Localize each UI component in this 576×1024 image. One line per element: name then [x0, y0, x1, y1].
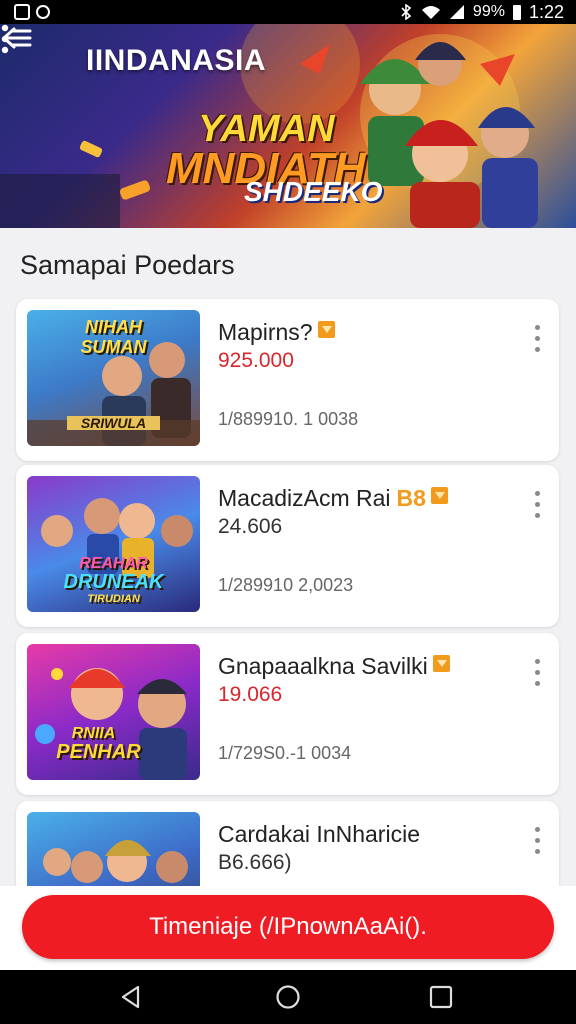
- item-menu-icon[interactable]: [533, 491, 541, 521]
- thumbnail-title-top: NIHAH: [85, 317, 142, 337]
- item-title: MacadizAcm Rai B8: [218, 485, 448, 512]
- header-banner: IINDANASIA YAMAN MNDIATH SHDEEKO: [0, 24, 576, 228]
- item-menu-icon[interactable]: [533, 827, 541, 857]
- recents-nav-icon[interactable]: [428, 984, 454, 1010]
- item-title: Cardakai InNharicie: [218, 821, 420, 847]
- thumbnail-title-mid: PENHAR: [56, 741, 141, 763]
- battery-icon: [512, 4, 521, 20]
- app-title: IINDANASIA: [86, 44, 267, 77]
- list-item[interactable]: RNIIA PENHAR Gnapaaalkna Savilki 19.066 …: [16, 633, 559, 795]
- thumbnail-title-mid: DRUNEAK: [63, 571, 164, 593]
- primary-action-button[interactable]: Timeniaje (/IPnownAaAi().: [22, 895, 554, 959]
- game-logo-line-3: SHDEEKO: [244, 176, 383, 207]
- item-thumbnail: REAHAR DRUNEAK TIRUDIAN: [27, 476, 200, 612]
- thumbnail-title-top: RNIIA: [71, 725, 116, 742]
- list-item[interactable]: NIHAH SUMAN SRIWULA Mapirns? 925.000 1/8…: [16, 299, 559, 461]
- item-meta: 1/289910 2,0023: [218, 575, 354, 595]
- bluetooth-icon: [401, 4, 412, 20]
- list-item[interactable]: REAHAR DRUNEAK TIRUDIAN MacadizAcm Rai B8…: [16, 465, 559, 627]
- verified-badge-icon: [430, 487, 448, 504]
- signal-icon: [449, 5, 464, 19]
- item-menu-icon[interactable]: [533, 325, 541, 355]
- item-meta: 1/889910. 1 0038: [218, 409, 359, 429]
- section-title: Samapai Poedars: [20, 250, 235, 280]
- app-notification-icon: [36, 5, 50, 19]
- item-thumbnail: NIHAH SUMAN SRIWULA: [27, 310, 200, 446]
- verified-badge-icon: [317, 321, 335, 338]
- wifi-icon: [421, 6, 440, 19]
- clock: 1:22: [528, 1, 564, 22]
- system-navigation-bar: [0, 970, 576, 1024]
- thumbnail-title-bottom: SRIWULA: [67, 416, 160, 430]
- item-thumbnail: RNIIA PENHAR: [27, 644, 200, 780]
- item-price: 925.000: [218, 349, 294, 372]
- item-badge: B8: [396, 485, 426, 511]
- notification-icons: [14, 4, 50, 20]
- verified-badge-icon: [432, 655, 450, 672]
- notification-icon: [14, 4, 30, 20]
- status-bar: 99% 1:22: [0, 0, 576, 24]
- item-title: Gnapaaalkna Savilki: [218, 653, 450, 680]
- back-nav-icon[interactable]: [118, 984, 144, 1010]
- battery-percent: 99%: [472, 3, 505, 20]
- thumbnail-title-bottom: TIRUDIAN: [87, 593, 140, 605]
- thumbnail-title-top: REAHAR: [79, 555, 148, 572]
- item-price: 19.066: [218, 683, 283, 706]
- item-price: 24.606: [218, 515, 283, 538]
- item-price: B6.666): [218, 851, 292, 874]
- system-icons: 99% 1:22: [399, 2, 564, 23]
- item-menu-icon[interactable]: [533, 659, 541, 689]
- item-title: Mapirns?: [218, 319, 335, 346]
- more-options-icon[interactable]: [0, 24, 10, 54]
- thumbnail-title-mid: SUMAN: [80, 337, 147, 357]
- item-meta: 1/729S0.-1 0034: [218, 743, 352, 763]
- home-nav-icon[interactable]: [275, 984, 301, 1010]
